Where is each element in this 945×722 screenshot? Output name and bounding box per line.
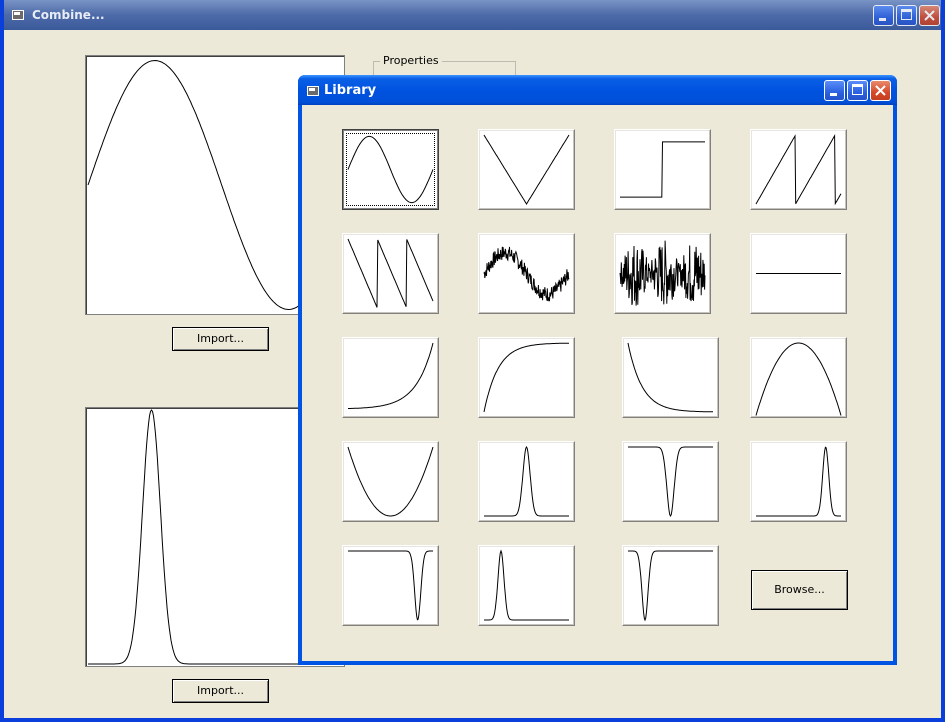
waveform-thumb-sine-wave[interactable] [342, 129, 439, 210]
reverse-sawtooth-wave-icon [347, 238, 434, 308]
waveform-thumb-triangle-wave[interactable] [478, 129, 575, 210]
close-icon [924, 10, 935, 21]
minimize-icon [830, 93, 837, 96]
sine-wave-icon [347, 135, 434, 204]
minimize-icon [879, 18, 886, 21]
library-app-icon [307, 86, 319, 96]
library-minimize-button[interactable] [824, 80, 845, 101]
maximize-icon [852, 84, 863, 95]
waveform-thumb-right-dip[interactable] [342, 545, 439, 626]
random-noise-icon [619, 240, 706, 306]
triangle-wave-icon [483, 134, 570, 205]
waveform-thumb-exponential-growth[interactable] [342, 337, 439, 418]
waveform-thumb-right-peak[interactable] [750, 441, 847, 522]
left-peak-icon [484, 549, 569, 621]
import-top-button[interactable]: Import... [172, 327, 269, 351]
close-button[interactable] [919, 5, 940, 26]
waveform-thumb-centered-dip[interactable] [622, 441, 719, 522]
maximize-button[interactable] [896, 5, 917, 26]
library-client-area: Browse... [302, 105, 893, 661]
close-icon [875, 85, 886, 96]
square-step-icon [620, 141, 705, 198]
sawtooth-wave-icon [755, 133, 842, 206]
waveform-thumb-exponential-decay[interactable] [622, 337, 719, 418]
combine-title: Combine... [32, 8, 105, 22]
waveform-thumb-left-dip[interactable] [622, 545, 719, 626]
waveform-thumb-reverse-sawtooth-wave[interactable] [342, 233, 439, 314]
exponential-saturation-icon [483, 342, 569, 413]
waveform-thumb-parabola-up[interactable] [342, 441, 439, 522]
library-window: Library Browse... [298, 75, 897, 665]
waveform-thumb-random-noise[interactable] [614, 233, 711, 314]
library-title: Library [324, 83, 377, 98]
noisy-sine-icon [483, 246, 570, 302]
exponential-growth-icon [348, 342, 434, 409]
centered-peak-icon [484, 445, 569, 517]
waveform-thumb-parabola-down[interactable] [750, 337, 847, 418]
parabola-up-icon [347, 446, 434, 517]
waveform-thumb-square-step[interactable] [614, 129, 711, 210]
waveform-thumb-exponential-saturation[interactable] [478, 337, 575, 418]
minimize-button[interactable] [873, 5, 894, 26]
properties-label: Properties [380, 54, 442, 67]
left-dip-icon [628, 550, 713, 622]
library-titlebar[interactable]: Library [298, 75, 897, 105]
centered-dip-icon [628, 446, 713, 518]
right-dip-icon [348, 550, 433, 621]
flat-line-icon [756, 273, 841, 274]
exponential-decay-icon [627, 342, 713, 413]
parabola-down-icon [755, 342, 842, 416]
waveform-thumb-flat-line[interactable] [750, 233, 847, 314]
right-peak-icon [756, 446, 841, 517]
browse-button[interactable]: Browse... [751, 570, 848, 610]
library-close-button[interactable] [870, 80, 891, 101]
waveform-thumb-noisy-sine[interactable] [478, 233, 575, 314]
combine-titlebar[interactable]: Combine... [4, 0, 941, 30]
maximize-icon [901, 9, 912, 20]
waveform-thumb-left-peak[interactable] [478, 545, 575, 626]
app-icon [12, 10, 24, 20]
library-maximize-button[interactable] [847, 80, 868, 101]
import-bottom-button[interactable]: Import... [172, 679, 269, 703]
waveform-thumb-sawtooth-wave[interactable] [750, 129, 847, 210]
waveform-thumb-centered-peak[interactable] [478, 441, 575, 522]
